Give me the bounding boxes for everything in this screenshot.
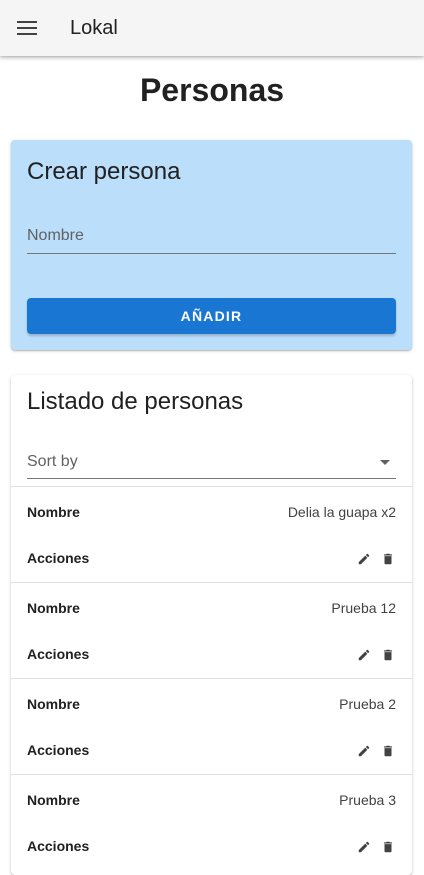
sort-by-select[interactable]: Sort by [27, 448, 396, 479]
name-value: Prueba 3 [339, 792, 396, 808]
app-title: Lokal [70, 16, 118, 39]
list-card-title: Listado de personas [27, 388, 244, 415]
name-label: Nombre [27, 792, 80, 808]
pencil-icon [358, 841, 370, 853]
edit-button[interactable] [356, 743, 372, 759]
create-card-title: Crear persona [27, 158, 181, 185]
row-actions [356, 839, 396, 855]
name-label: Nombre [27, 600, 80, 616]
name-label: Nombre [27, 696, 80, 712]
pencil-icon [358, 649, 370, 661]
page-title: Personas [139, 72, 285, 108]
trash-icon [383, 649, 393, 661]
edit-button[interactable] [356, 551, 372, 567]
pencil-icon [358, 745, 370, 757]
delete-button[interactable] [380, 647, 396, 663]
delete-button[interactable] [380, 551, 396, 567]
name-label: Nombre [27, 504, 80, 520]
person-row: Nombre Delia la guapa x2 Acciones [11, 486, 412, 583]
menu-icon [17, 21, 37, 35]
pencil-icon [358, 553, 370, 565]
add-button[interactable]: AÑADIR [27, 298, 396, 334]
trash-icon [383, 553, 393, 565]
delete-button[interactable] [380, 839, 396, 855]
name-input[interactable] [27, 222, 396, 250]
sort-by-label: Sort by [27, 453, 78, 470]
actions-label: Acciones [27, 742, 90, 758]
actions-label: Acciones [27, 838, 90, 854]
row-actions [356, 743, 396, 759]
actions-label: Acciones [27, 550, 90, 566]
name-value: Delia la guapa x2 [287, 504, 396, 520]
row-actions [356, 647, 396, 663]
name-value: Prueba 12 [331, 600, 396, 616]
edit-button[interactable] [356, 647, 372, 663]
person-row: Nombre Prueba 12 Acciones [11, 582, 412, 679]
actions-label: Acciones [27, 646, 90, 662]
name-value: Prueba 2 [339, 696, 396, 712]
trash-icon [383, 745, 393, 757]
name-field[interactable] [27, 222, 396, 254]
edit-button[interactable] [356, 839, 372, 855]
person-row: Nombre Prueba 2 Acciones [11, 678, 412, 775]
row-actions [356, 551, 396, 567]
person-row: Nombre Prueba 3 Acciones [11, 774, 412, 871]
caret-down-icon [380, 460, 390, 465]
delete-button[interactable] [380, 743, 396, 759]
menu-button[interactable] [7, 8, 47, 48]
app-bar: Lokal [0, 0, 424, 56]
trash-icon [383, 841, 393, 853]
